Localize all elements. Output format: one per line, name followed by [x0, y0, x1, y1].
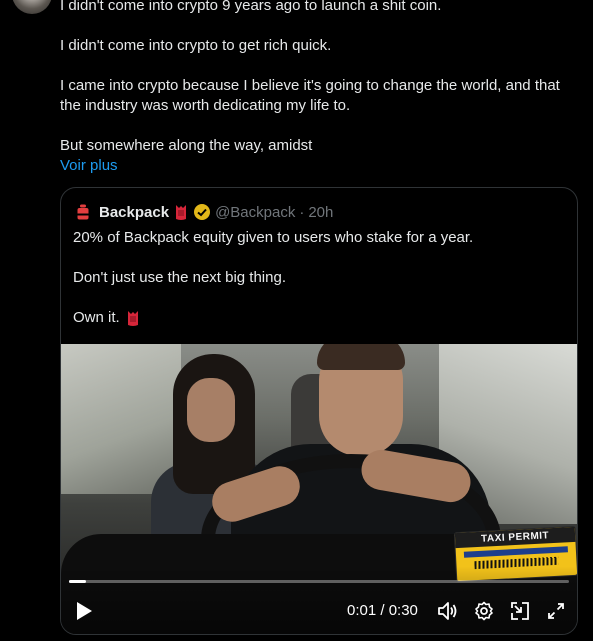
- video-time-display: 0:01 / 0:30: [347, 602, 418, 619]
- quote-line: 20% of Backpack equity given to users wh…: [73, 229, 474, 246]
- fullscreen-icon[interactable]: [543, 598, 569, 624]
- tweet-paragraph: I didn't come into crypto 9 years ago to…: [60, 0, 442, 14]
- pip-icon[interactable]: [507, 598, 533, 624]
- quote-timestamp[interactable]: 20h: [308, 204, 333, 221]
- separator-dot: ·: [299, 203, 305, 221]
- quote-line: Own it.: [73, 309, 120, 326]
- backpack-logo-icon[interactable]: [73, 202, 93, 222]
- backpack-emoji-icon: [172, 203, 190, 221]
- video-controls: 0:01 / 0:30: [61, 594, 577, 628]
- quote-line: Don't just use the next big thing.: [73, 269, 286, 286]
- quote-line-last: Own it.: [73, 308, 567, 328]
- video-progress-bar[interactable]: [69, 580, 569, 583]
- author-avatar[interactable]: [12, 0, 52, 14]
- passenger-face: [187, 378, 235, 442]
- driver-hair: [317, 344, 405, 370]
- see-more-link[interactable]: Voir plus: [60, 156, 580, 176]
- quote-text: 20% of Backpack equity given to users wh…: [73, 228, 567, 328]
- video-player[interactable]: TAXI PERMIT 0:01 / 0:30: [61, 344, 577, 634]
- quote-header: Backpack @Backpack · 20h: [73, 202, 333, 222]
- tweet-text: I didn't come into crypto 9 years ago to…: [60, 0, 580, 176]
- tweet-paragraph: I didn't come into crypto to get rich qu…: [60, 37, 332, 54]
- quote-author-name[interactable]: Backpack: [99, 204, 169, 221]
- permit-stripe: [463, 546, 568, 558]
- video-progress-fill: [69, 580, 86, 583]
- volume-icon[interactable]: [435, 598, 461, 624]
- play-icon[interactable]: [71, 598, 97, 624]
- quoted-tweet[interactable]: Backpack @Backpack · 20h 20% of Backpack…: [60, 187, 578, 635]
- tweet-paragraph: But somewhere along the way, amidst: [60, 137, 313, 154]
- backpack-emoji-icon: [124, 309, 142, 327]
- tweet-paragraph: I came into crypto because I believe it'…: [60, 77, 560, 114]
- settings-icon[interactable]: [471, 598, 497, 624]
- quote-author-handle[interactable]: @Backpack: [215, 204, 295, 221]
- verified-badge-icon: [193, 203, 211, 221]
